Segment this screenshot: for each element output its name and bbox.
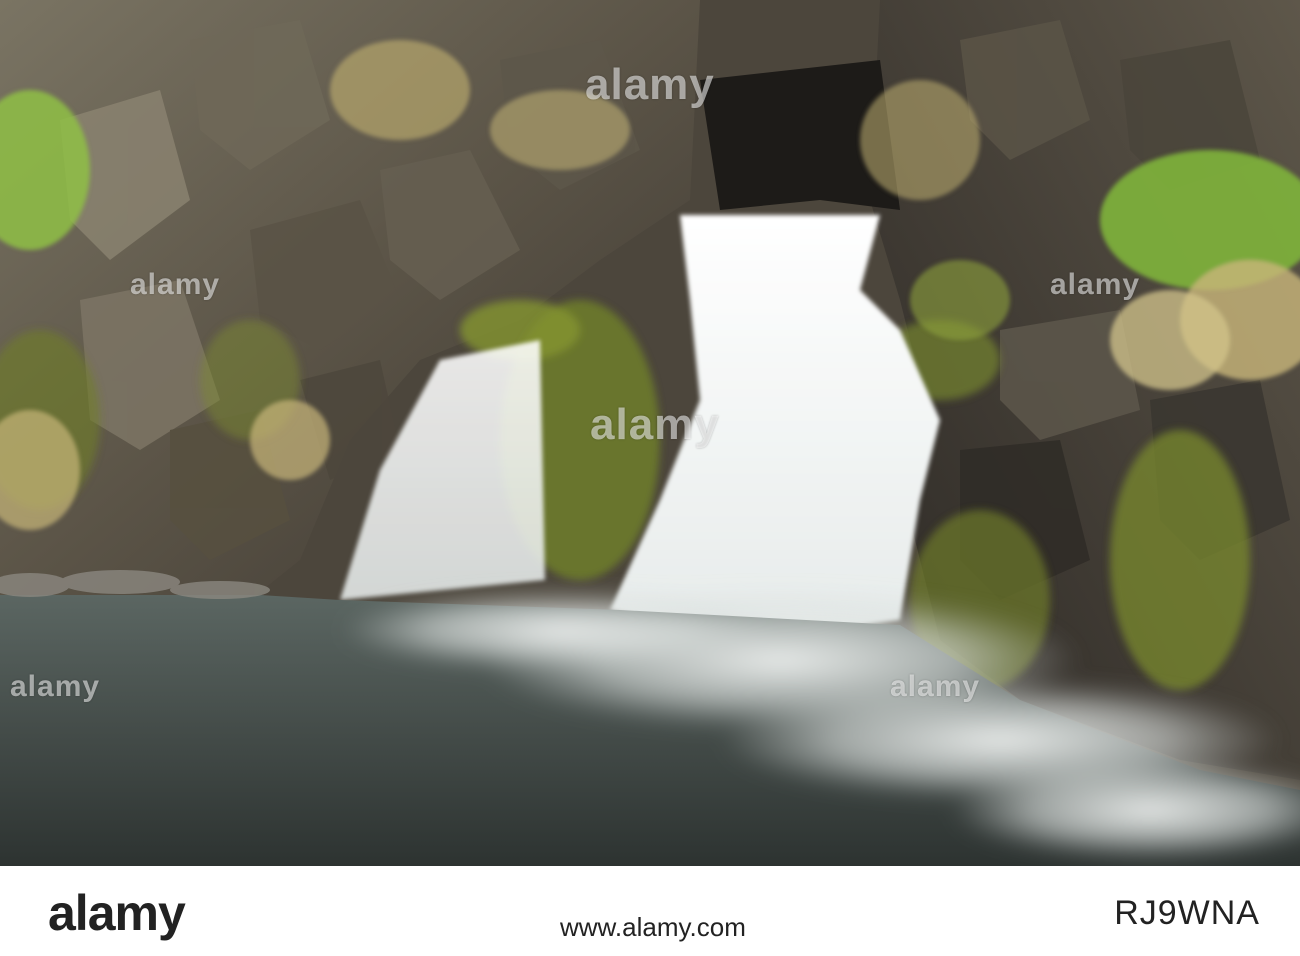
alamy-logo: alamy (48, 885, 186, 941)
stock-photo-frame: alamy alamy alamy alamy alamy alamy alam… (0, 0, 1300, 956)
image-id: RJ9WNA (1114, 894, 1260, 932)
footer-url: www.alamy.com (560, 912, 746, 942)
footer-bar: alamy www.alamy.com RJ9WNA (0, 866, 1300, 956)
waterfall-photo: alamy alamy alamy alamy alamy alamy (0, 0, 1300, 866)
waterfall-scene-illustration (0, 0, 1300, 866)
